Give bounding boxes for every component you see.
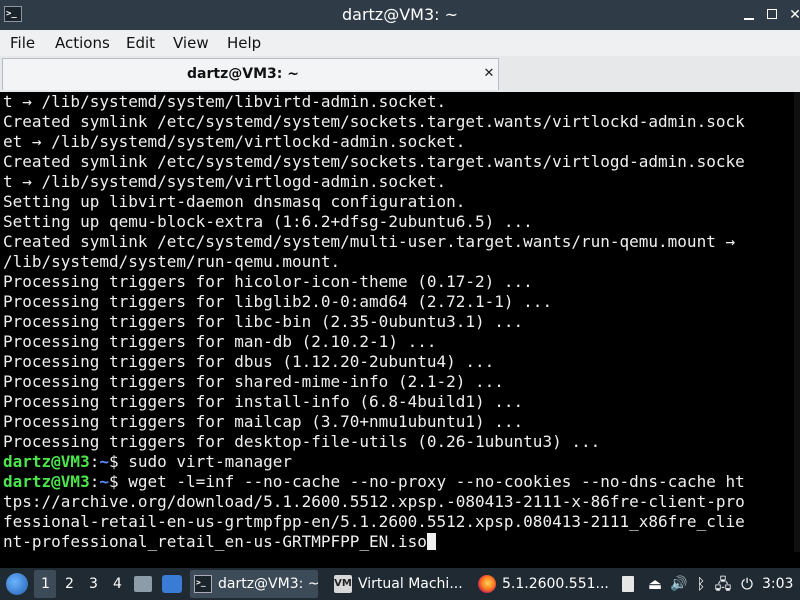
command-continuation-last[interactable]: nt-professional_retail_en-us-GRTMPFPP_EN… <box>3 532 436 552</box>
terminal-icon: >_ <box>194 575 212 593</box>
terminal-line: Processing triggers for mailcap (3.70+nm… <box>3 412 524 431</box>
taskbar: 1 2 3 4 >_ dartz@VM3: ~ VM Virtual Machi… <box>0 568 800 600</box>
prompt-symbol: $ <box>108 452 129 471</box>
terminal-line: Setting up libvirt-daemon dnsmasq config… <box>3 192 466 211</box>
task-label: dartz@VM3: ~ <box>218 576 318 592</box>
clipboard-icon[interactable] <box>622 576 634 592</box>
menu-help[interactable]: Help <box>227 30 261 56</box>
terminal-line: Created symlink /etc/systemd/system/sock… <box>3 112 745 131</box>
terminal-line: Processing triggers for desktop-file-uti… <box>3 432 601 451</box>
window-title: dartz@VM3: ~ <box>341 5 459 24</box>
command-continuation[interactable]: tps://archive.org/download/5.1.2600.5512… <box>3 492 745 512</box>
menu-view[interactable]: View <box>173 30 209 56</box>
workspace-2[interactable]: 2 <box>65 568 74 600</box>
terminal-line: Processing triggers for shared-mime-info… <box>3 372 504 391</box>
show-desktop-icon[interactable] <box>162 575 182 593</box>
minimize-icon <box>744 18 754 20</box>
prompt-path: ~ <box>99 452 109 471</box>
terminal-line: Processing triggers for dbus (1.12.20-2u… <box>3 352 495 371</box>
bluetooth-icon[interactable]: ᛒ <box>692 568 710 600</box>
menu-bar: File Actions Edit View Help <box>0 30 800 56</box>
prompt-symbol: $ <box>108 472 129 491</box>
command-text: sudo virt-manager <box>128 452 293 471</box>
close-button[interactable]: ✕ <box>786 6 800 24</box>
text-cursor <box>426 533 436 550</box>
tab-terminal[interactable]: dartz@VM3: ~ ✕ <box>2 58 499 90</box>
terminal-line: t → /lib/systemd/system/virtlogd-admin.s… <box>3 172 447 191</box>
workspace-1[interactable]: 1 <box>41 568 50 600</box>
window-titlebar[interactable]: >_ dartz@VM3: ~ ✕ <box>0 0 800 30</box>
task-virt-manager[interactable]: VM Virtual Machi... <box>330 570 468 598</box>
terminal-line: Processing triggers for libglib2.0-0:amd… <box>3 292 553 311</box>
terminal-line: Setting up qemu-block-extra (1:6.2+dfsg-… <box>3 212 533 231</box>
network-icon[interactable]: 🖧 <box>712 568 734 600</box>
minimize-button[interactable] <box>740 6 758 24</box>
file-manager-launcher-icon[interactable] <box>134 576 152 592</box>
power-icon[interactable]: ⏻ <box>738 568 756 600</box>
workspace-4[interactable]: 4 <box>113 568 122 600</box>
task-label: 5.1.2600.551... <box>502 576 608 592</box>
command-tail: nt-professional_retail_en-us-GRTMPFPP_EN… <box>3 532 427 551</box>
virt-manager-icon: VM <box>334 575 352 593</box>
volume-icon[interactable]: 🔊 <box>667 568 691 600</box>
prompt-separator: : <box>89 472 100 491</box>
prompt-user: dartz@VM3 <box>3 472 90 491</box>
task-label: Virtual Machi... <box>358 576 463 592</box>
tab-close-icon[interactable]: ✕ <box>481 66 497 82</box>
terminal-line: et → /lib/systemd/system/virtlockd-admin… <box>3 132 466 151</box>
menu-actions[interactable]: Actions <box>55 30 110 56</box>
terminal-line: Processing triggers for install-info (6.… <box>3 392 524 411</box>
maximize-button[interactable] <box>764 6 782 24</box>
terminal-line: Processing triggers for hicolor-icon-the… <box>3 272 533 291</box>
menu-file[interactable]: File <box>10 30 35 56</box>
prompt-line: dartz@VM3:~$ wget -l=inf --no-cache --no… <box>3 472 745 492</box>
terminal-scrollbar[interactable] <box>794 92 800 552</box>
terminal-output[interactable]: t → /lib/systemd/system/libvirtd-admin.s… <box>0 92 800 552</box>
tab-label: dartz@VM3: ~ <box>187 66 299 82</box>
menu-edit[interactable]: Edit <box>126 30 155 56</box>
firefox-icon <box>478 575 496 593</box>
start-menu-icon[interactable] <box>6 573 28 595</box>
task-firefox[interactable]: 5.1.2600.551... <box>474 570 608 598</box>
workspace-3[interactable]: 3 <box>89 568 98 600</box>
terminal-line: Created symlink /etc/systemd/system/sock… <box>3 152 745 171</box>
terminal-line: Created symlink /etc/systemd/system/mult… <box>3 232 736 251</box>
terminal-line: /lib/systemd/system/run-qemu.mount. <box>3 252 341 271</box>
maximize-icon <box>767 9 777 19</box>
command-continuation[interactable]: fessional-retail-en-us-grtmpfpp-en/5.1.2… <box>3 512 745 532</box>
prompt-line: dartz@VM3:~$ sudo virt-manager <box>3 452 292 472</box>
prompt-user: dartz@VM3 <box>3 452 90 471</box>
terminal-line: Processing triggers for libc-bin (2.35-0… <box>3 312 524 331</box>
prompt-separator: : <box>89 452 100 471</box>
task-terminal[interactable]: >_ dartz@VM3: ~ <box>190 570 318 598</box>
clock[interactable]: 3:03 <box>762 568 793 600</box>
eject-icon[interactable]: ⏏ <box>645 568 665 600</box>
close-icon: ✕ <box>789 7 800 23</box>
terminal-line: Processing triggers for man-db (2.10.2-1… <box>3 332 437 351</box>
command-input[interactable]: wget -l=inf --no-cache --no-proxy --no-c… <box>128 472 745 491</box>
terminal-line: t → /lib/systemd/system/libvirtd-admin.s… <box>3 92 447 111</box>
tab-strip: dartz@VM3: ~ ✕ <box>0 56 800 92</box>
prompt-path: ~ <box>99 472 109 491</box>
